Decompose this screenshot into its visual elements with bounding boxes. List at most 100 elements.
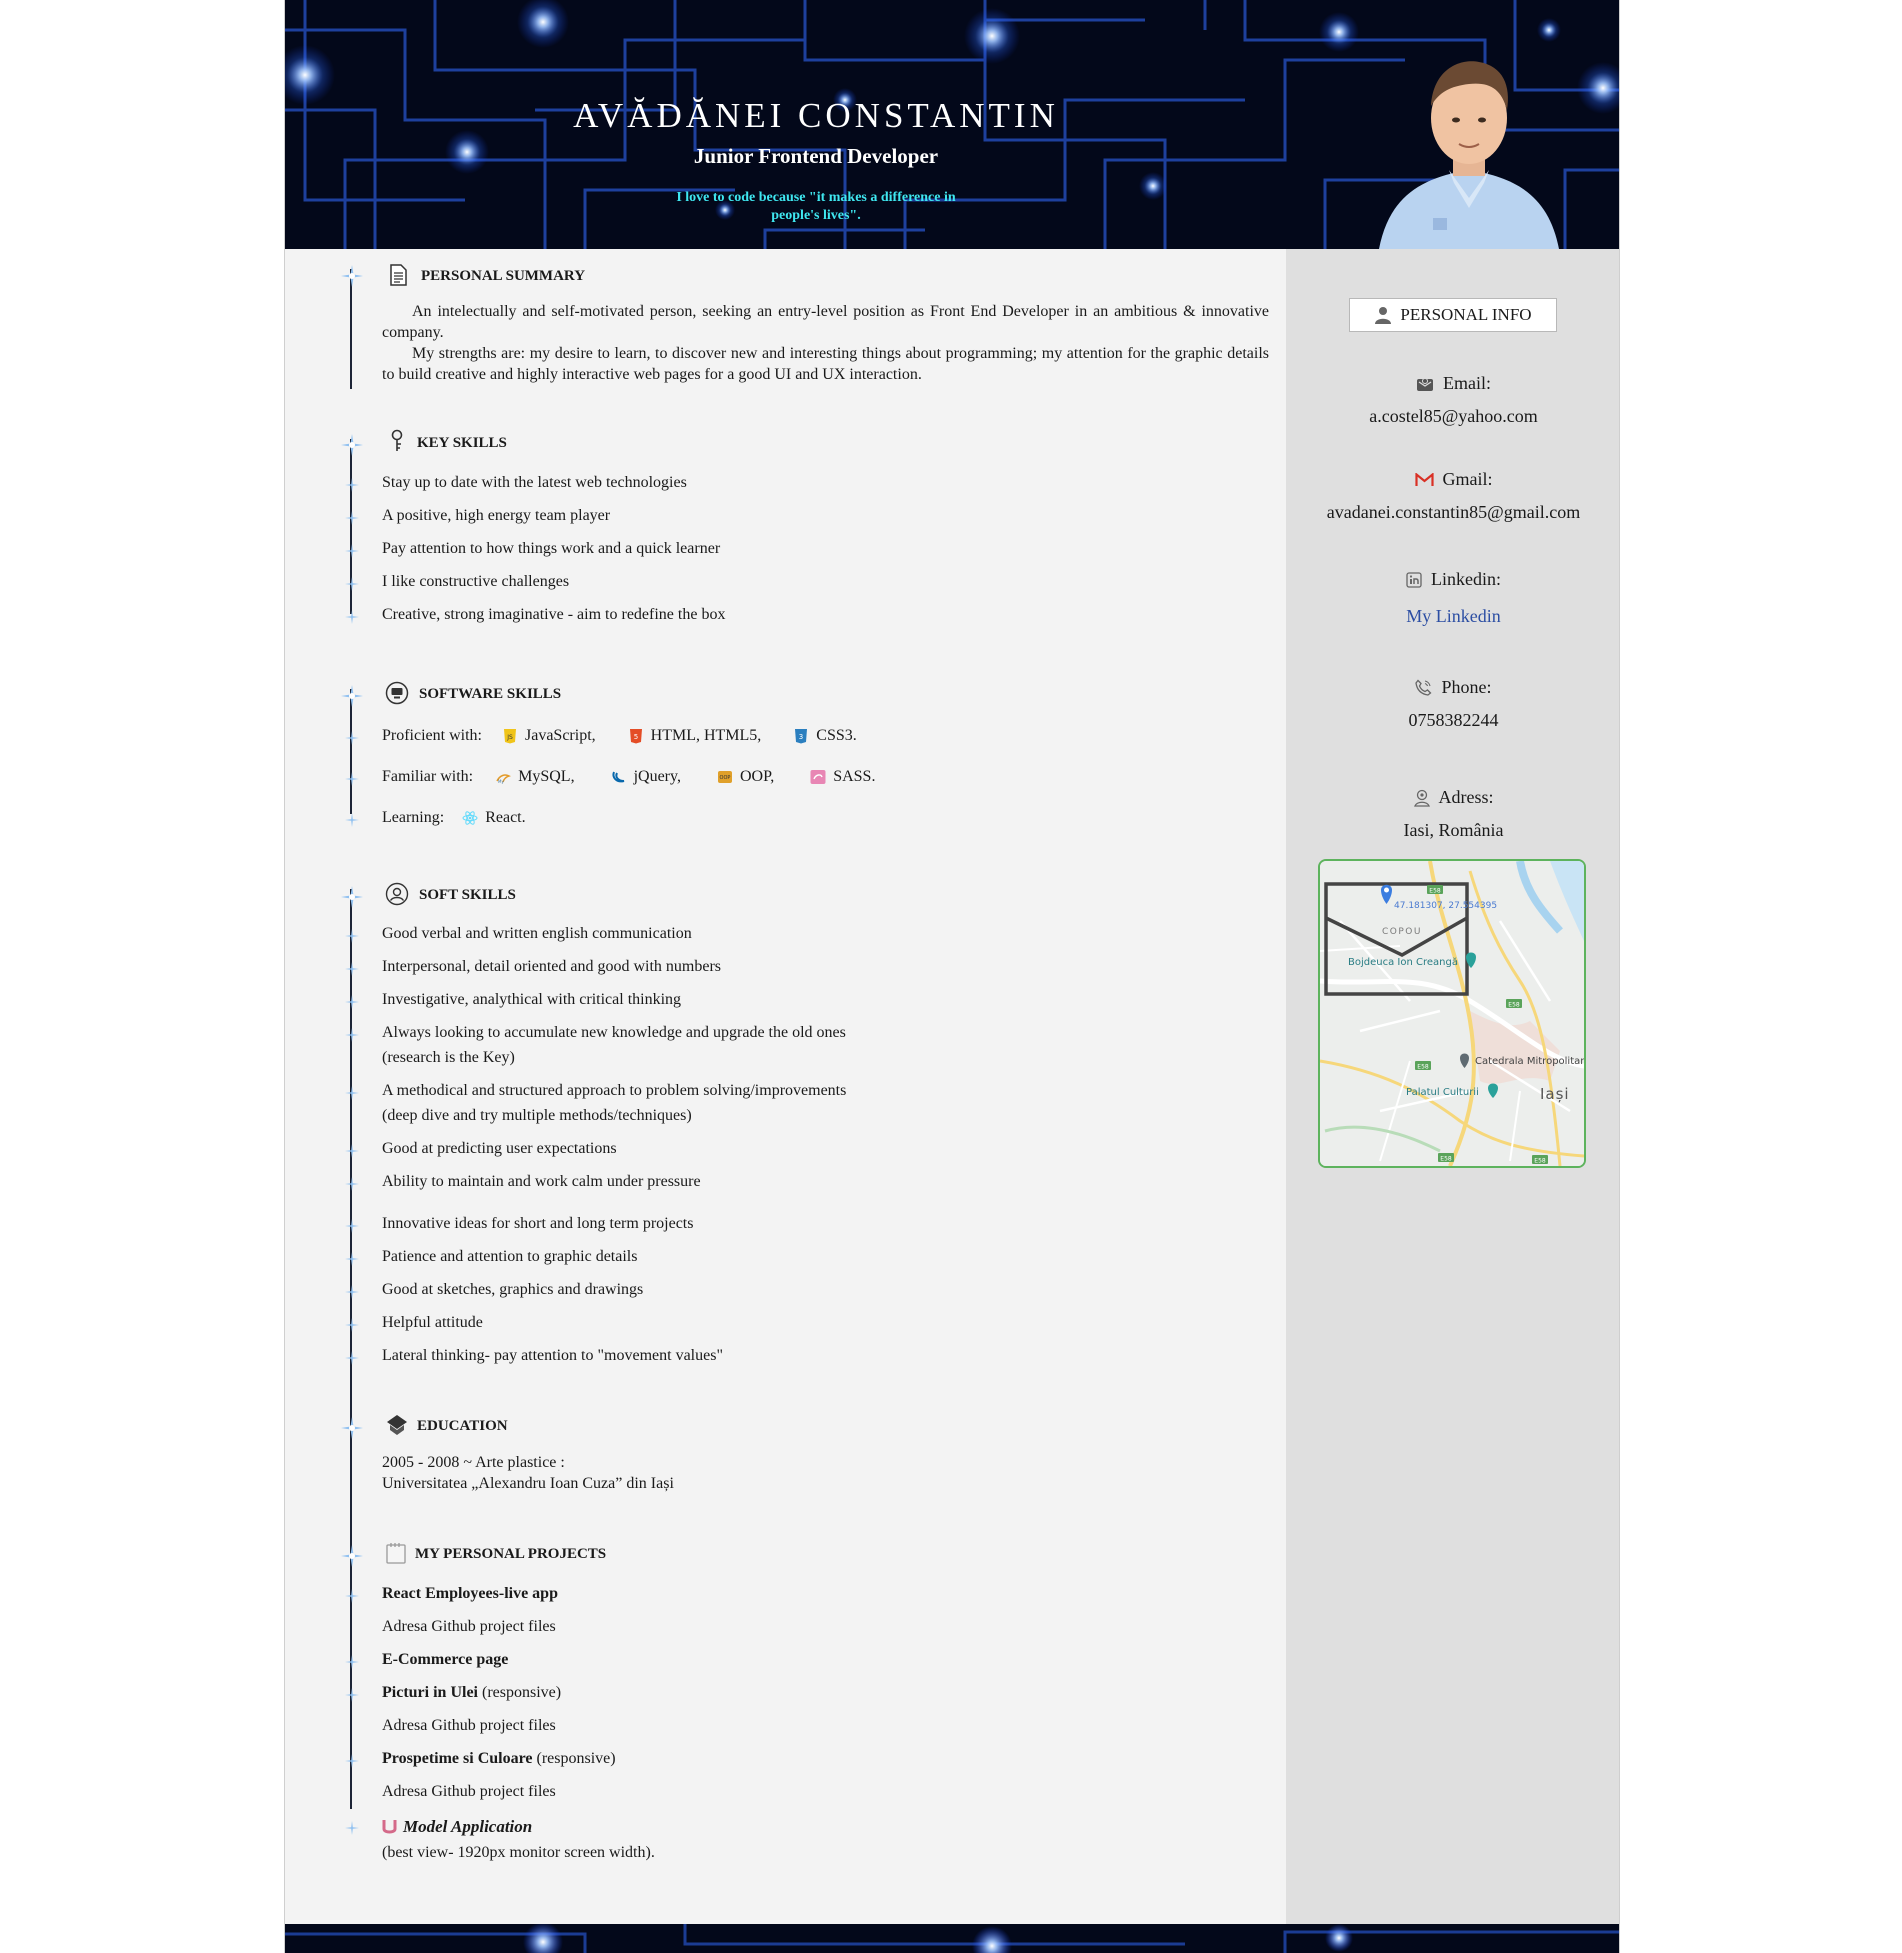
email-icon: [1417, 377, 1433, 391]
key-skill-item: Creative, strong imaginative - aim to re…: [382, 606, 726, 623]
skill-css: 3 CSS3.: [793, 727, 857, 745]
bullet-star-icon: [345, 1219, 359, 1233]
timeline-star-icon: [341, 1545, 363, 1567]
github-link[interactable]: Adresa Github project files: [382, 1618, 556, 1636]
education-period: 2005 - 2008 ~ Arte plastice :: [382, 1454, 565, 1471]
github-link[interactable]: Adresa Github project files: [382, 1783, 556, 1801]
road-badge: E58: [1534, 1158, 1546, 1165]
soft-skill-item: Good at predicting user expectations: [382, 1140, 617, 1157]
svg-text:JS: JS: [506, 734, 513, 741]
section-title-software-skills: SOFTWARE SKILLS: [419, 686, 562, 702]
skill-label: HTML, HTML5,: [650, 727, 762, 744]
soft-skill-item: Always looking to accumulate new knowled…: [382, 1024, 846, 1041]
address-label-row: Adress:: [1286, 787, 1619, 808]
road-badge: E58: [1429, 888, 1441, 895]
footer-banner: [285, 1924, 1619, 1953]
section-title-key-skills: KEY SKILLS: [417, 435, 507, 451]
phone-value[interactable]: 0758382244: [1286, 710, 1619, 731]
bullet-star-icon: [345, 813, 359, 827]
location-map[interactable]: 47.181307, 27.554395 COPOU Bojdeuca Ion …: [1318, 859, 1586, 1168]
familiar-label: Familiar with:: [382, 768, 474, 785]
project-title-link[interactable]: React Employees-live app: [382, 1585, 558, 1603]
address-label: Adress:: [1438, 787, 1494, 807]
bullet-star-icon: [345, 1086, 359, 1100]
soft-skill-item: Good verbal and written english communic…: [382, 925, 692, 942]
skill-javascript: JS JavaScript,: [502, 727, 596, 745]
bullet-star-icon: [345, 929, 359, 943]
skill-oop: OOP OOP,: [717, 768, 774, 786]
candidate-name: AVĂDĂNEI CONSTANTIN: [573, 96, 1059, 135]
project-entry: Model Application: [382, 1817, 532, 1837]
project-title-link[interactable]: Model Application: [403, 1817, 532, 1837]
soft-skill-item: Helpful attitude: [382, 1314, 483, 1331]
svg-text:My: My: [498, 779, 504, 784]
road-badge: E58: [1440, 1156, 1452, 1163]
key-icon: [391, 429, 403, 451]
skill-react: React.: [462, 809, 526, 827]
key-skill-item: I like constructive challenges: [382, 573, 570, 590]
project-title-link[interactable]: Prospetime si Culoare: [382, 1750, 533, 1767]
proficient-label: Proficient with:: [382, 727, 482, 744]
project-note: (responsive): [532, 1750, 616, 1767]
profile-photo: [1379, 61, 1559, 249]
section-title-soft-skills: SOFT SKILLS: [419, 887, 516, 903]
map-label: Catedrala Mitropolitană: [1475, 1056, 1584, 1067]
github-link[interactable]: Adresa Github project files: [382, 1717, 556, 1735]
computer-icon: [385, 681, 409, 705]
bullet-star-icon: [345, 1821, 359, 1835]
section-title-education: EDUCATION: [417, 1418, 508, 1434]
personal-info-heading: PERSONAL INFO: [1349, 298, 1557, 332]
road-badge: E58: [1417, 1064, 1429, 1071]
key-skill-item: Stay up to date with the latest web tech…: [382, 474, 687, 491]
header-banner: AVĂDĂNEI CONSTANTIN Junior Frontend Deve…: [285, 0, 1619, 249]
react-atom-icon: [462, 811, 478, 825]
project-title-link[interactable]: E-Commerce page: [382, 1651, 508, 1669]
bullet-star-icon: [345, 1318, 359, 1332]
timeline-star-icon: [341, 685, 363, 707]
bullet-star-icon: [345, 1688, 359, 1702]
bullet-star-icon: [345, 511, 359, 525]
address-value: Iasi, România: [1403, 820, 1504, 840]
js-shield-icon: JS: [503, 729, 516, 744]
gmail-value[interactable]: avadanei.constantin85@gmail.com: [1286, 502, 1619, 523]
linkedin-link[interactable]: My Linkedin: [1286, 606, 1619, 627]
key-skill-item: A positive, high energy team player: [382, 507, 611, 524]
tagline-quote: I love to code because "it makes a diffe…: [676, 190, 956, 223]
clipboard-icon: [386, 1543, 406, 1564]
soft-skill-item: Good at sketches, graphics and drawings: [382, 1281, 644, 1298]
soft-skill-item: Investigative, analythical with critical…: [382, 991, 682, 1008]
map-label: Iași: [1540, 1085, 1570, 1103]
bullet-star-icon: [345, 1285, 359, 1299]
timeline-star-icon: [341, 886, 363, 908]
skill-jquery: jQuery,: [611, 768, 681, 786]
learning-row: Learning: React.: [382, 809, 526, 827]
mysql-dolphin-icon: My: [496, 774, 512, 784]
summary-paragraph: My strengths are: my desire to learn, to…: [382, 345, 1269, 383]
svg-text:3: 3: [799, 733, 803, 741]
skill-label: OOP,: [739, 768, 775, 785]
html5-shield-icon: 5: [629, 729, 642, 744]
circuit-background: [285, 1924, 1619, 1953]
oop-badge-icon: OOP: [717, 771, 732, 783]
soft-skill-item: A methodical and structured approach to …: [382, 1082, 847, 1099]
road-badge: E58: [1508, 1002, 1520, 1009]
skill-mysql: My MySQL,: [495, 768, 575, 786]
email-value[interactable]: a.costel85@yahoo.com: [1286, 406, 1619, 427]
soft-skill-item: Lateral thinking- pay attention to "move…: [382, 1347, 723, 1364]
skill-label: CSS3.: [816, 727, 857, 744]
project-entry: Picturi in Ulei (responsive): [382, 1684, 561, 1702]
bullet-star-icon: [345, 962, 359, 976]
project-title-link[interactable]: Picturi in Ulei: [382, 1684, 478, 1701]
svg-text:OOP: OOP: [720, 775, 731, 781]
gmail-icon: [1414, 472, 1434, 486]
main-column: PERSONAL SUMMARY An intelectually and se…: [285, 249, 1286, 1924]
personal-info-title: PERSONAL INFO: [1400, 305, 1532, 324]
proficient-row: Proficient with: JS JavaScript, 5 HTML, …: [382, 727, 857, 745]
bullet-star-icon: [345, 478, 359, 492]
bullet-star-icon: [345, 1655, 359, 1669]
gmail-label-row: Gmail:: [1286, 469, 1619, 490]
gmail-label: Gmail:: [1442, 469, 1493, 489]
map-label: COPOU: [1382, 927, 1422, 937]
project-note: (best view- 1920px monitor screen width)…: [382, 1844, 655, 1861]
bullet-star-icon: [345, 1028, 359, 1042]
